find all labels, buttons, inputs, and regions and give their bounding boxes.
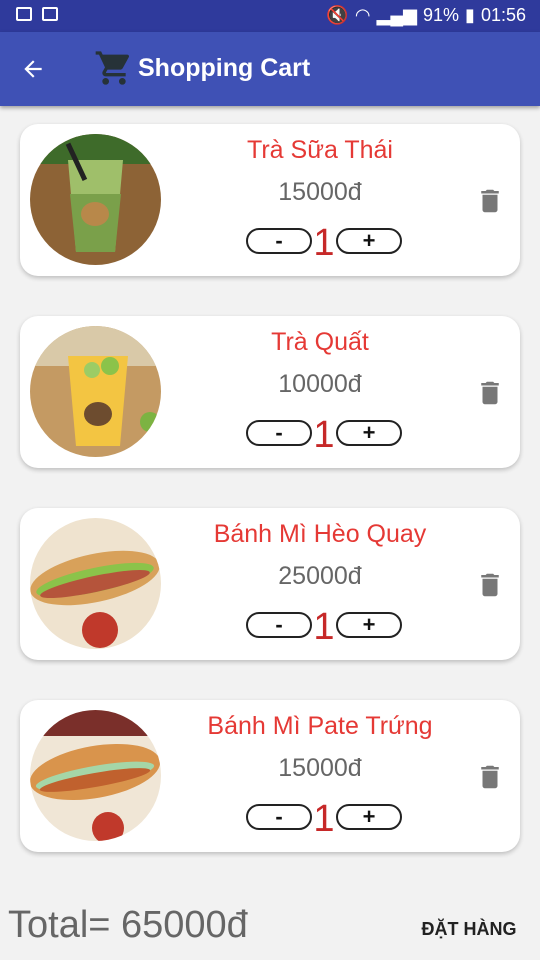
place-order-button[interactable]: ĐẶT HÀNG <box>410 904 528 954</box>
signal-icon: ▂▄▆ <box>376 5 418 25</box>
quantity-value: 1 <box>313 798 335 840</box>
increase-button[interactable]: + <box>336 420 402 446</box>
cart-item: Trà Quất 10000đ - 1 + <box>20 316 520 468</box>
product-name: Trà Quất <box>271 328 369 356</box>
trash-icon[interactable] <box>475 184 505 223</box>
product-price: 15000đ <box>278 754 362 782</box>
cart-item: Trà Sữa Thái 15000đ - 1 + <box>20 124 520 276</box>
status-bar: 🔇 ◠ ▂▄▆ 91% ▮ 01:56 <box>0 0 540 32</box>
quantity-value: 1 <box>313 606 335 648</box>
shopping-cart-icon <box>94 48 134 93</box>
product-price: 15000đ <box>278 178 362 206</box>
wifi-icon: ◠ <box>354 5 371 25</box>
product-price: 25000đ <box>278 562 362 590</box>
page-title: Shopping Cart <box>138 54 311 82</box>
quantity-stepper: - 1 + <box>246 414 402 456</box>
trash-icon[interactable] <box>475 568 505 607</box>
trash-icon[interactable] <box>475 376 505 415</box>
product-image <box>30 518 161 649</box>
decrease-button[interactable]: - <box>246 804 312 830</box>
decrease-button[interactable]: - <box>246 612 312 638</box>
product-image <box>30 326 161 457</box>
product-image <box>30 134 161 265</box>
quantity-stepper: - 1 + <box>246 798 402 840</box>
trash-icon[interactable] <box>475 760 505 799</box>
battery-level: 91% <box>423 5 460 25</box>
cart-item: Bánh Mì Pate Trứng 15000đ - 1 + <box>20 700 520 852</box>
quantity-stepper: - 1 + <box>246 222 402 264</box>
product-name: Bánh Mì Pate Trứng <box>207 712 433 740</box>
product-name: Bánh Mì Hèo Quay <box>213 520 427 548</box>
decrease-button[interactable]: - <box>246 420 312 446</box>
quantity-value: 1 <box>313 222 335 264</box>
increase-button[interactable]: + <box>336 612 402 638</box>
increase-button[interactable]: + <box>336 804 402 830</box>
app-bar: Shopping Cart <box>0 32 540 106</box>
product-price: 10000đ <box>278 370 362 398</box>
decrease-button[interactable]: - <box>246 228 312 254</box>
increase-button[interactable]: + <box>336 228 402 254</box>
cart-item: Bánh Mì Hèo Quay 25000đ - 1 + <box>20 508 520 660</box>
product-name: Trà Sữa Thái <box>247 136 393 164</box>
quantity-stepper: - 1 + <box>246 606 402 648</box>
clock: 01:56 <box>480 5 526 25</box>
back-arrow-icon[interactable] <box>16 52 50 86</box>
image-icon <box>42 7 58 21</box>
product-image <box>30 710 161 841</box>
cart-total: Total= 65000đ <box>8 904 248 946</box>
message-icon <box>16 7 32 21</box>
cart-list: Trà Sữa Thái 15000đ - 1 + Trà Quất 10000… <box>20 124 520 892</box>
quantity-value: 1 <box>313 414 335 456</box>
mute-icon: 🔇 <box>326 5 349 25</box>
battery-icon: ▮ <box>465 5 475 25</box>
